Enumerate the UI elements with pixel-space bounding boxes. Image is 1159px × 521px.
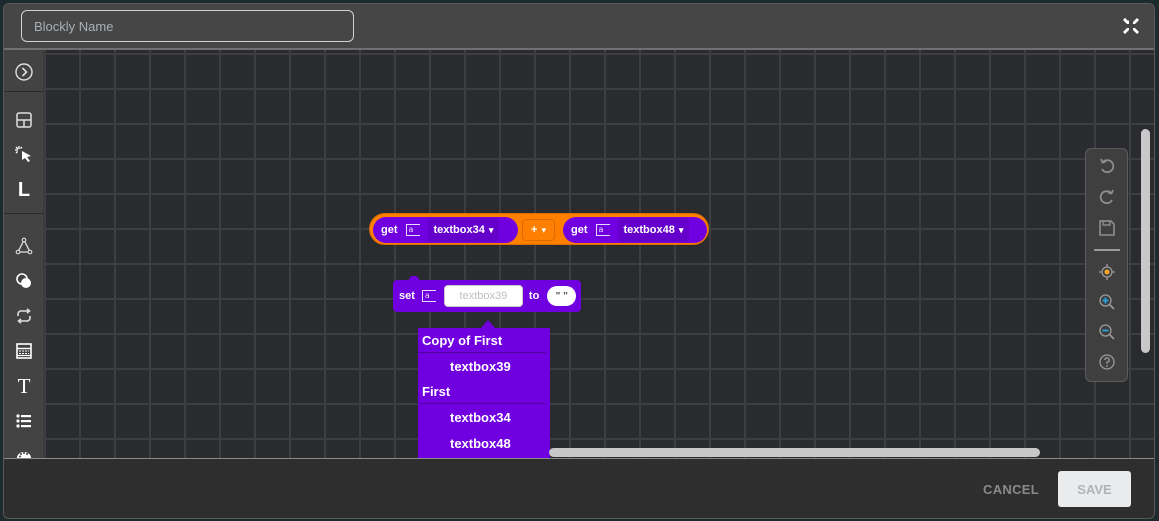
chevron-down-icon: ▾ [488, 224, 494, 235]
string-value-field[interactable]: " " [547, 286, 577, 306]
toolbox-category-math[interactable] [12, 269, 36, 293]
loop-icon [17, 308, 31, 324]
save-workspace-button[interactable] [1096, 217, 1118, 239]
save-button[interactable]: SAVE [1058, 471, 1131, 507]
toolbox-divider [4, 91, 44, 92]
get-variable-block-right[interactable]: get a textbox48 ▾ [563, 217, 707, 243]
help-icon [1099, 354, 1115, 370]
variable-dropdown-menu: Copy of First textbox39 First textbox34 … [418, 328, 550, 458]
set-variable-block[interactable]: set a textbox39 to " " [393, 276, 581, 312]
zoom-in-button[interactable] [1096, 291, 1118, 313]
toolbox-category-events[interactable] [12, 143, 36, 167]
recenter-icon [1099, 264, 1115, 280]
toolbox-expand-button[interactable] [12, 60, 36, 84]
variable-name-value: textbox39 [459, 290, 508, 302]
toolbox-category-logic[interactable] [12, 234, 36, 258]
save-icon [1099, 220, 1115, 236]
to-keyword: to [528, 290, 540, 302]
toolbox-category-loops[interactable] [12, 304, 36, 328]
toolbox-category-layout[interactable] [12, 108, 36, 132]
get-variable-block-left[interactable]: get a textbox34 ▾ [373, 217, 518, 243]
controls-divider [1094, 249, 1120, 251]
variable-dropdown-left[interactable]: textbox34 ▾ [427, 218, 500, 242]
list-icon [16, 414, 31, 428]
circles-icon [16, 273, 31, 288]
chevron-down-icon: ▾ [541, 224, 546, 235]
operator-symbol: + [531, 224, 538, 236]
modal-footer: CANCEL SAVE [4, 459, 1154, 518]
blockly-workspace[interactable]: L T get a textbox34 ▾ + ▾ get a textbox4… [4, 50, 1154, 459]
addition-block[interactable]: get a textbox34 ▾ + ▾ get a textbox48 ▾ [369, 213, 709, 245]
toolbox: L T [4, 50, 44, 458]
undo-icon [1100, 158, 1115, 174]
dropdown-option[interactable]: textbox48 [418, 430, 550, 456]
set-keyword: set [399, 290, 415, 302]
zoom-out-icon [1099, 324, 1115, 340]
textbox-icon: a [421, 290, 436, 302]
zoom-out-button[interactable] [1096, 321, 1118, 343]
expand-chevron-icon [15, 63, 33, 81]
dropdown-group-header: First [418, 379, 546, 404]
grid-form-icon [16, 343, 32, 359]
textbox-icon: a [405, 224, 420, 236]
blockly-editor-modal: L [3, 3, 1155, 519]
palette-icon [17, 452, 31, 458]
toolbox-category-colors[interactable] [12, 443, 36, 458]
dropdown-option[interactable]: textbox34 [418, 404, 550, 430]
vertical-scrollbar[interactable] [1141, 129, 1150, 353]
zoom-in-icon [1099, 294, 1115, 310]
recenter-button[interactable] [1096, 261, 1118, 283]
chevron-down-icon: ▾ [678, 224, 684, 235]
logic-triangle-icon [15, 237, 33, 255]
blockly-name-input[interactable] [21, 10, 354, 42]
redo-icon [1099, 189, 1114, 205]
horizontal-scrollbar[interactable] [549, 448, 1040, 457]
variable-name: textbox34 [433, 224, 485, 236]
layout-icon [16, 112, 32, 128]
undo-button[interactable] [1096, 155, 1118, 177]
click-pointer-icon [15, 146, 31, 162]
workspace-controls [1085, 148, 1128, 382]
variable-name: textbox48 [623, 224, 675, 236]
toolbox-category-text[interactable]: T [12, 374, 36, 398]
string-value: " " [555, 290, 568, 302]
block-notch [407, 276, 421, 282]
toolbox-category-labels[interactable]: L [12, 178, 36, 202]
textbox-icon: a [595, 224, 610, 236]
cancel-button[interactable]: CANCEL [976, 477, 1046, 501]
toolbox-divider [4, 213, 44, 214]
modal-header [4, 4, 1154, 50]
redo-button[interactable] [1096, 186, 1118, 208]
dropdown-group-header: Copy of First [418, 328, 546, 353]
dropdown-option[interactable]: textbox39 [418, 353, 550, 379]
letter-l-icon: L [17, 178, 31, 201]
variable-name-field[interactable]: textbox39 [443, 285, 523, 307]
collapse-button[interactable] [1122, 17, 1140, 35]
toolbox-category-forms[interactable] [12, 339, 36, 363]
help-button[interactable] [1096, 351, 1118, 373]
collapse-arrows-icon [1123, 18, 1139, 34]
toolbox-category-lists[interactable] [12, 409, 36, 433]
get-keyword: get [381, 224, 398, 236]
text-t-icon: T [17, 373, 31, 398]
operator-dropdown[interactable]: + ▾ [522, 219, 555, 241]
get-keyword: get [571, 224, 588, 236]
variable-dropdown-right[interactable]: textbox48 ▾ [617, 218, 690, 242]
